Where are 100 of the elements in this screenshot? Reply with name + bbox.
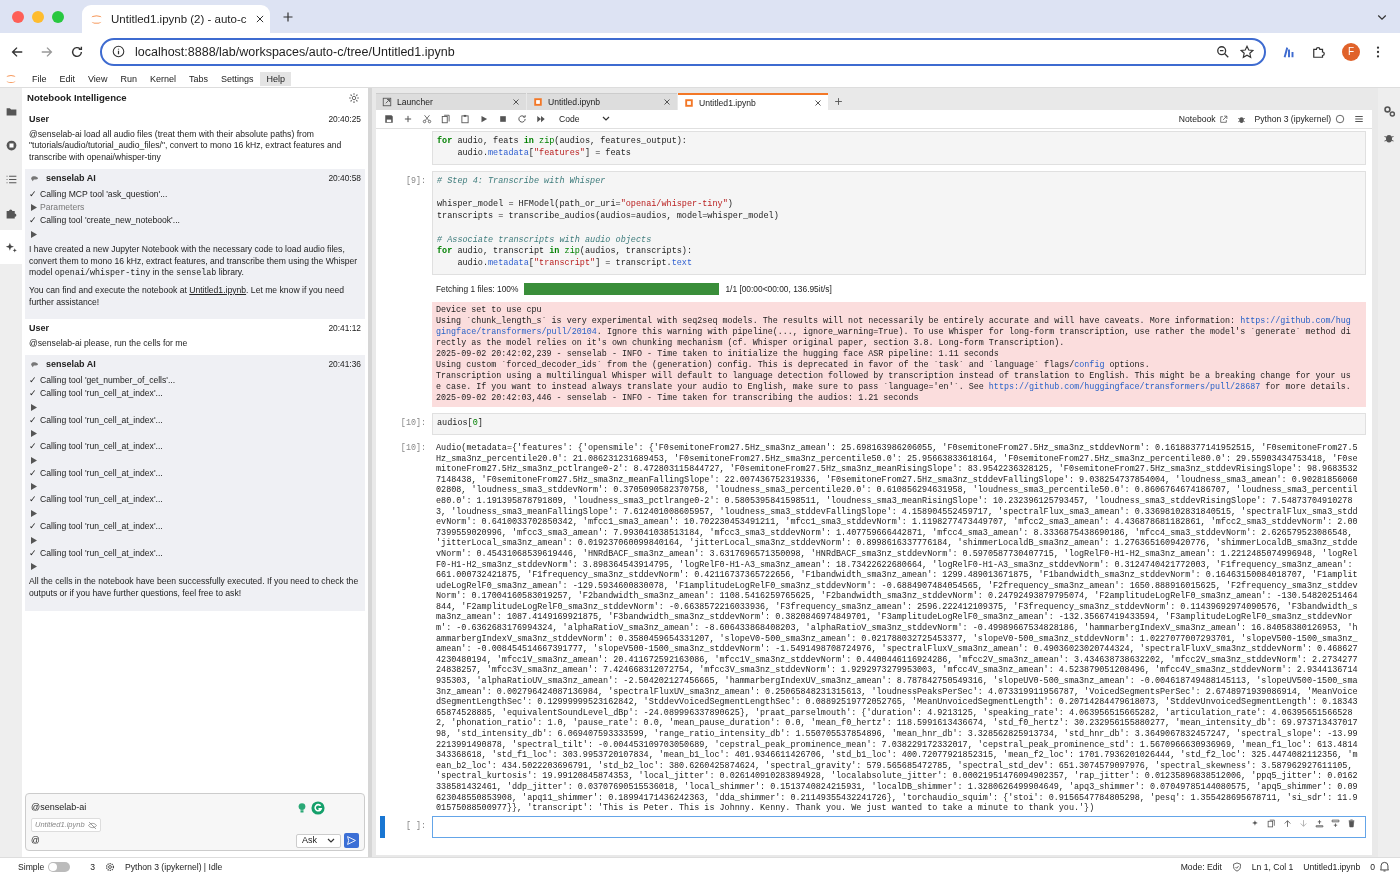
delete-icon[interactable]	[1347, 818, 1356, 828]
active-cell-marker	[380, 815, 385, 838]
forward-icon[interactable]	[40, 44, 54, 59]
menu-item[interactable]: View	[82, 71, 114, 86]
message-time: 20:41:12	[328, 323, 361, 335]
zoom-icon[interactable]	[1216, 44, 1230, 59]
message-sender: User	[29, 323, 49, 335]
send-button[interactable]	[344, 833, 359, 848]
run-icon[interactable]	[479, 114, 489, 124]
output-link[interactable]: config	[1074, 359, 1105, 370]
bell-icon[interactable]	[1379, 861, 1390, 872]
caret-right-icon[interactable]	[31, 430, 37, 438]
mode-toggle[interactable]	[48, 861, 71, 872]
profile-avatar[interactable]: F	[1342, 42, 1360, 61]
document-tab[interactable]: Untitled.ipynb	[527, 93, 677, 110]
paste-icon[interactable]	[460, 114, 470, 124]
shield-icon[interactable]	[1231, 861, 1242, 872]
output-link[interactable]: https://github.com/hug	[1240, 315, 1351, 326]
reload-icon[interactable]	[70, 44, 84, 59]
progress-info: 1/1 [00:00<00:00, 136.95it/s]	[725, 283, 832, 294]
tool-call-status: Calling MCP tool 'ask_question'...	[40, 188, 168, 201]
tool-call-status: Calling tool 'run_cell_at_index'...	[40, 388, 163, 400]
cursor-position[interactable]: Ln 1, Col 1	[1251, 861, 1294, 872]
insert-below-icon[interactable]	[1331, 818, 1340, 828]
caret-right-icon[interactable]	[31, 563, 37, 571]
execution-count: [10]:	[399, 416, 426, 430]
caret-right-icon[interactable]	[31, 510, 37, 517]
execution-count: [9]:	[404, 174, 426, 188]
stop-icon[interactable]	[498, 114, 508, 124]
message-text: @senselab-ai please, run the cells for me	[29, 337, 189, 350]
close-icon[interactable]	[512, 98, 520, 106]
settings-icon[interactable]	[348, 92, 360, 104]
menu-item[interactable]: Edit	[53, 71, 82, 86]
external-link-icon[interactable]	[1218, 114, 1228, 124]
menu-item[interactable]: Kernel	[143, 71, 182, 86]
new-tab-icon[interactable]	[282, 10, 294, 23]
menu-item[interactable]: Tabs	[182, 71, 214, 86]
message-sender: senselab AI	[46, 359, 96, 371]
cut-icon[interactable]	[422, 114, 432, 124]
save-icon[interactable]	[384, 114, 394, 124]
output-link[interactable]: https://github.com/huggingface/transformers/pull/28687	[988, 381, 1261, 392]
expander-label[interactable]: Parameters	[40, 202, 85, 214]
close-icon[interactable]	[254, 14, 265, 24]
check-mark: ✓	[29, 414, 37, 427]
duplicate-icon[interactable]	[1267, 818, 1276, 828]
caret-right-icon[interactable]	[31, 456, 37, 464]
code-cell-input[interactable]: for audio, feats in zip(audios, features_output): audio.metadata["features"] = feats	[432, 131, 1366, 165]
output-link[interactable]: gingface/transformers/pull/20104	[436, 326, 597, 337]
cell-type-dropdown[interactable]: Code	[559, 114, 610, 124]
notebook-label[interactable]: Notebook	[1178, 114, 1216, 124]
bar-chart-icon[interactable]	[1282, 44, 1296, 59]
browser-tab[interactable]: Untitled1.ipynb (2) - auto-c	[82, 5, 270, 33]
cell-output: Audio(metadata={'features': {'opensmile': {'F0semitoneFrom27.5Hz_sma3nz_amean': 25.698163986206055, 'F0semitoneFrom27.5Hz_sma3nz_stddevNorm': 0.16188377141952515, 'F0semitoneFrom27.5 Hz_sma3nz_percentile20.0': 21.086231231689453, 'F0semitoneFrom27.5Hz_sma3nz_percentile50.0': 25.95663833618164, 'F0semitoneFrom27.5Hz_sma3nz_percentile80.0': 29.55903434753418, 'F0se mitoneFrom27.5Hz_sma3nz_pctlrange0-2': 8.472803115844727, 'F0semitoneFrom27.5Hz_sma3nz_meanRisingSlope': 83.9542236328125, 'F0semitoneFrom27.5Hz_sma3nz_stddevRisingSlope': 98.9683532 7148438, 'F0semitoneFrom27.5Hz_sma3nz_meanFallingSlope': 22.007436752319336, 'F0semitoneFrom27.5Hz_sma3nz_stddevFallingSlope': 9.038254737854004, 'loudness_sma3_amean': 0.90281856060 02808, 'loudness_sma3_stddevNorm': 0.3705090582370758, 'loudness_sma3_percentile20.0': 0.610856294631958, 'loudness_sma3_percentile50.0': 0.8606764674186707, 'loudness_sma3_percentil e80.0': 1.191395878791809, 'loudness_sma3_pctlrange0-2': 0.5805395841598511, 'loudness_sma3_meanRisingSlope': 10.232396125793457, 'loudness_sma3_stddevRisingSlope': 7.54873704910278 3, 'loudness_sma3_meanFallingSlope': 7.612401008605957, 'loudness_sma3_stddevFallingSlope': 4.158904552459717, 'spectralFlux_sma3_amean': 0.33698102831840515, 'spectralFlux_sma3_stdd evNorm': 0.6410033702850342, 'mfcc1_sma3_amean': 10.702230453491211, 'mfcc1_sma3_stddevNorm': 1.1198277473449707, 'mfcc2_sma3_amean': 4.436878681182861, 'mfcc2_sma3_stddevNorm': 2.00 7399559020996, 'mfcc3_sma3_amean': 7.993041038513184, 'mfcc3_sma3_stddevNorm': 1.407759666442871, 'mfcc4_sma3_amean': 8.3336875438690186, 'mfcc4_sma3_stddevNorm': 2.626579523086548, 'jitterLocal_sma3nz_amean': 0.019237060099840164, 'jitterLocal_sma3nz_stddevNorm': 0.8998616337776184, 'shimmerLocaldB_sma3nz_amean': 1.2763651609420776, 'shimmerLocaldB_sma3nz_stdde vNorm': 0.45431068539619446, 'HNRdBACF_sma3nz_amean': 3.6317696571350098, 'HNRdBACF_sma3nz_stddevNorm': 0.5970587730407715, 'logRelF0-H1-H2_sma3nz_amean': 1.2212485074996948, 'logRel F0-H1-H2_sma3nz_stddevNorm': 3.898364543914795, 'logRelF0-H1-A3_sma3nz_amean': 18.73422622680664, 'logRelF0-H1-A3_sma3nz_stddevNorm': 0.3124740421772003, 'F1frequency_sma3nz_amean': 661.000732421875, 'F1frequency_sma3nz_stddevNorm': 0.42116737365722656, 'F1bandwidth_sma3nz_amean': 1299.489013671875, 'F1bandwidth_sma3nz_stddevNorm': 0.16463150084018707, 'F1amplit udeLogRelF0_sma3nz_amean': -129.5934600830078, 'F1amplitudeLogRelF0_sma3nz_stddevNorm': -0.6884907484054565, 'F2frequency_sma3nz_amean': 1650.888916015625, 'F2frequency_sma3nz_stddev Norm': 0.17004160583019257, 'F2bandwidth_sma3nz_amean': 1108.5416259765625, 'F2bandwidth_sma3nz_stddevNorm': 0.24792493879795074, 'F2amplitudeLogRelF0_sma3nz_amean': -130.54820251464 844, 'F2amplitudeLogRelF0_sma3nz_stddevNorm': -0.6638572216033936, 'F3frequency_sma3nz_amean': 2596.222412109375, 'F3frequency_sma3nz_stddevNorm': 0.11439692974090576, 'F3bandwidth_s ma3nz_amean': 1087.4149169921875, 'F3bandwidth_sma3nz_stddevNorm': 0.3820846974849701, 'F3amplitudeLogRelF0_sma3nz_amean': -132.35667419433594, 'F3amplitudeLogRelF0_sma3nz_stddevNor m': -0.6362683176994324, 'alphaRatioV_sma3nz_amean': -8.606433868408203, 'alphaRatioV_sma3nz_stddevNorm': -0.49989667534828186, 'hammarbergIndexV_sma3nz_amean': 16.84058380126953, 'h ammarbergIndexV_sma3nz_stddevNorm': 0.3580459654331207, 'slopeV0-500_sma3nz_amean': 0.021788032725453377, 'slopeV0-500_sma3nz_stddevNorm': 1.0227077007293701, 'slopeV500-1500_sma3nz_ amean': -0.008454514667391777, 'slopeV500-1500_sma3nz_stddevNorm': -1.5491498708724976, 'spectralFluxV_sma3nz_amean': 0.49036023020744324, 'spectralFluxV_sma3nz_stddevNorm': 0.468627 4230480194, 'mfcc1V_sma3nz_amean': 20.411672592163086, 'mfcc1V_sma3nz_stddevNorm': 0.4400446116924286, 'mfcc2V_sma3nz_amean': 3.434638738632202, 'mfcc2V_sma3nz_stddevNorm': 2.2734277 24838257, 'mfcc3V_sma3nz_amean': 7.424668312072754, 'mfcc3V_sma3nz_stddevNorm': 1.9292973279953003, 'mfcc4V_sma3nz_amean': 4.523879051208496, 'mfcc4V_sma3nz_stddevNorm': 2.9344136714 935303, 'alphaRatioUV_sma3nz_amean': -2.504202127456665, 'hammarbergIndexUV_sma3nz_amean': 8.787842750549316, 'slopeUV0-500_sma3nz_amean': -0.004618749488145113, 'slopeUV500-1500_sma 3nz_amean': 0.002796424087136984, 'spectralFluxUV_sma3nz_amean': 0.25065848231315613, 'loudnessPeaksPerSec': 4.073319911956787, 'VoicedSegmentsPerSec': 2.6748971939086914, 'MeanVoice dSegmentLengthSec': 0.12999999523162842, 'StddevVoicedSegmentLengthSec': 0.08892519772052765, 'MeanUnvoicedSegmentLength': 0.20714284479618073, 'StddevUnvoicedSegmentLength': 0.18343 65874528885, 'equivalentSoundLevel_dBp': -24.089996337890625}, 'praat_parselmouth': {'duration': 4.9213125, 'speaking_rate': 4.063956515665282, 'articulation_rate': 4.06395651566528 2, 'phonation_ratio': 1.0, 'pause_rate': 0.0, 'mean_pause_duration': 0.0, 'mean_f0_hertz': 118.5991613436674, 'std_f0_hertz': 30.232956155880277, 'mean_intensity_db': 69.973713437017 98, 'std_intensity_db': 6.069407593333599, 'range_ratio_intensity_db': 1.550705537854896, 'mean_hnr_db': 3.328562825913734, 'std_hnr_db': 3.3649067832457247, 'spectral_slope': -13.99 2213991490878, 'spectral_tilt': -0.004453109703050689, 'cepstral_peak_prominence_mean': 7.038229172332017, 'cepstral_peak_prominence_std': 1.5670966630936969, 'mean_f1_loc': 613.4814 343368618, 'std_f1_loc': 303.9953720107834, 'mean_b1_loc': 401.9346611426706, 'std_b1_loc': 400.72077921852315, 'mean_f2_loc': 1701.7936201026444, 'std_f2_loc': 325.4474082112356, 'm ean_b2_loc': 434.5022203696791, 'std_b2_loc': 380.6260425874624, 'spectral_gravity': 579.565685472785, 'spectral_std_dev': 651.3074579097976, 'spectral_skewness': 3.587962927611105, 'spectral_kurtosis': 19.99120845874353, 'local_jitter': 0.026140910283894928, 'localabsolute_jitter': 0.00021951476094902357, 'rap_jitter': 0.01235896838512006, 'ppq5_jitter': 0.0162 338581432461, 'ddp_jitter': 0.03707690515536018, 'local_shimmer': 0.1513740824215931, 'localDB_shimmer': 1.3280626499904649, 'apq3_shimmer': 0.07049785144080575, 'apq5_shimmer': 0.09 623048550853908, 'apq11_shimmer': 0.18994171436242363, 'dda_shimmer': 0.21149355432241726}, 'torchaudio_squim': {'stoi': 0.9156547784805298, 'pesq': 1.355428695678711, 'si_sdr': 11.9 01575088500977}}, 'transcript': 'This is Peter. This is Johnny. Kenny. Thank you. We just wanted to take a minute to thank you.'})	[435, 441, 1359, 816]
copy-icon[interactable]	[441, 114, 451, 124]
kernel-name[interactable]: Python 3 (ipykernel)	[1254, 114, 1331, 124]
caret-right-icon[interactable]	[31, 231, 37, 238]
code-cell-input[interactable]: # Step 4: Transcribe with Whisper whisper_model = HFModel(path_or_uri="openai/whisper-tiny") transcripts = transcribe_audios(audios=audios, model=whisper_model) # Associate transcripts with audio objects for audio, transcript in zip(audios, transcripts): audio.metadata["transcript"] = transcript.text	[432, 170, 1366, 275]
menu-item[interactable]: File	[26, 71, 53, 86]
menu-item[interactable]: Settings	[214, 71, 260, 86]
gear-icon[interactable]	[105, 861, 116, 872]
stderr-output: Device set to use cpu Using `chunk_length_s` is very experimental with seq2seq models. The results will not necessarily be entirely accurate and will have caveats. More information: https://github.com/hug gingface/transformers/pull/20104. Ignore this warning with pipeline(..., ignore_warning=True). To use Whisper for long-form transcription, use rather the model's `generate` method di rectly as the model relies on it's own chunking mechanism (cf. Whisper original paper, section 3.8. Long-form Transcription). 2025-09-02 20:42:02,239 - senselab - INFO - Time taken to initialize the hugging face ASR pipeline: 1.11 seconds Using custom `forced_decoder_ids` from the (generation) config. This is deprecated in favor of the `task` and `language` flags/config options. Transcription using a multilingual Whisper will default to language detection followed by transcription instead of translation to English. This might be a breaking change for your us e case. If you want to instead always translate your audio to English, make sure to pass `language='en'`. See https://github.com/huggingface/transformers/pull/28687 for more details. 2025-09-02 20:42:03,446 - senselab - INFO - Time taken for transcribing the audios: 1.21 seconds	[432, 301, 1366, 407]
kernel-status[interactable]: Python 3 (ipykernel) | Idle	[125, 861, 223, 872]
bug-icon[interactable]	[1236, 114, 1246, 124]
document-tab[interactable]: Untitled1.ipynb	[678, 93, 828, 110]
assistant-icon	[29, 360, 41, 370]
menu-item[interactable]: Help	[260, 71, 291, 86]
document-tab[interactable]: Launcher	[376, 93, 526, 110]
caret-right-icon[interactable]	[31, 536, 37, 544]
bug-icon[interactable]	[1383, 132, 1395, 144]
add-cell-icon[interactable]	[403, 114, 413, 124]
gears-icon[interactable]	[1382, 104, 1396, 118]
address-bar[interactable]: localhost:8888/lab/workspaces/auto-c/tree/Untitled1.ipynb	[100, 37, 1266, 66]
add-tab-icon[interactable]	[834, 97, 843, 106]
chat-input-field[interactable]: @senselab-ai	[31, 798, 231, 818]
mode-select[interactable]: Ask	[296, 833, 341, 848]
lightbulb-icon[interactable]	[296, 802, 308, 814]
caret-right-icon[interactable]	[31, 204, 37, 212]
close-icon[interactable]	[814, 98, 822, 107]
check-mark: ✓	[29, 188, 37, 201]
close-icon[interactable]	[663, 98, 671, 106]
star-icon[interactable]	[1240, 44, 1254, 59]
caret-right-icon[interactable]	[31, 483, 37, 491]
code-cell-input[interactable]	[432, 815, 1366, 838]
code-cell-input[interactable]: audios[0]	[432, 412, 1366, 435]
sidebar-tab[interactable]	[0, 230, 22, 264]
menu-icon[interactable]	[1354, 114, 1364, 124]
move-up-icon[interactable]	[1283, 818, 1292, 828]
execution-count: [10]:	[399, 441, 426, 455]
caret-right-icon[interactable]	[31, 403, 37, 411]
restart-icon[interactable]	[517, 114, 527, 124]
tab-title: Untitled1.ipynb (2) - auto-c	[111, 13, 247, 25]
insert-above-icon[interactable]	[1315, 818, 1324, 828]
fast-forward-icon[interactable]	[536, 114, 546, 124]
back-icon[interactable]	[10, 44, 24, 59]
file-name: Untitled1.ipynb	[1303, 861, 1361, 872]
menu-item[interactable]: Run	[114, 71, 143, 86]
grammar-assistant-icon[interactable]	[311, 801, 325, 815]
execution-count: [ ]:	[404, 819, 426, 833]
puzzle-icon[interactable]	[1312, 44, 1326, 59]
more-options-icon[interactable]	[1376, 44, 1380, 59]
